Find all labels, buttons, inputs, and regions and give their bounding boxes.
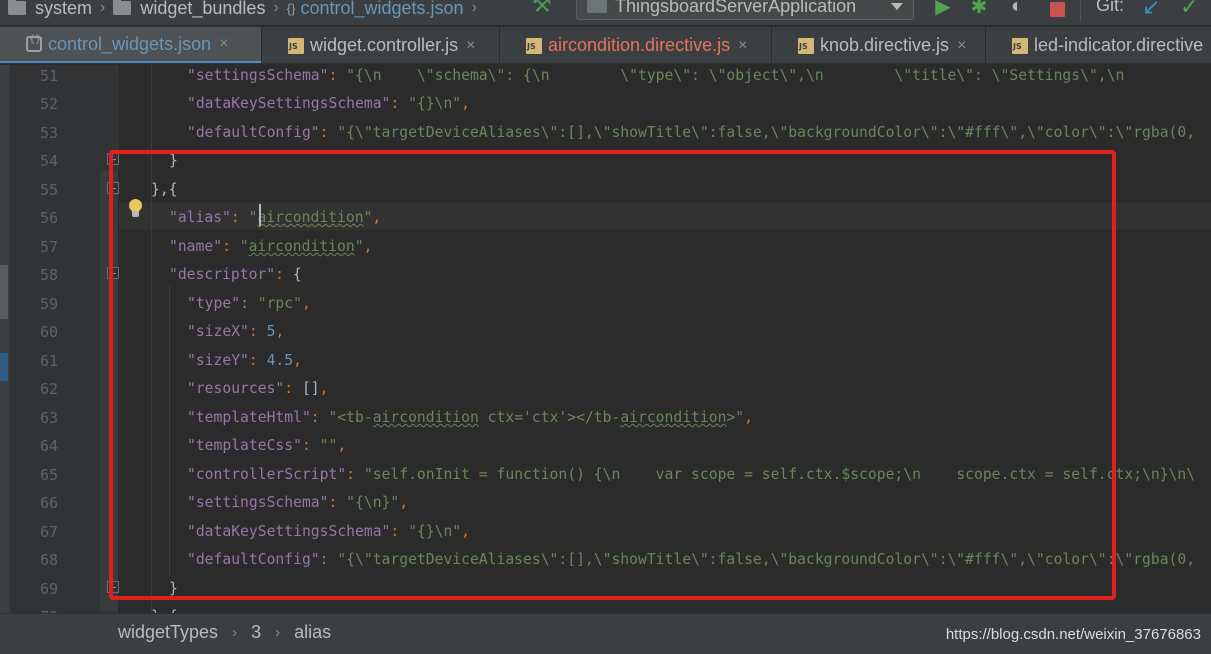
run-coverage-icon[interactable]: ◐ — [1006, 0, 1028, 18]
breadcrumb-label: system — [35, 0, 93, 18]
folder-icon — [8, 0, 26, 15]
application-icon — [587, 0, 607, 13]
tab-widget-controller-js[interactable]: widget.controller.js × — [262, 27, 500, 63]
line-number: 67 — [39, 523, 58, 541]
js-file-icon — [288, 37, 304, 54]
line-number: 52 — [39, 95, 58, 113]
status-bar: widgetTypes › 3 › alias https://blog.csd… — [0, 613, 1211, 654]
code-line-53: "defaultConfig": "{\"targetDeviceAliases… — [187, 124, 1196, 141]
tab-led-indicator-directive[interactable]: led-indicator.directive — [986, 27, 1211, 63]
code-breadcrumb-item[interactable]: widgetTypes — [118, 622, 218, 643]
line-number-gutter: 51 52 53 54 55 56 57 58 59 60 61 62 63 6… — [10, 65, 119, 626]
json-key: "defaultConfig" — [187, 124, 320, 141]
js-file-icon — [526, 37, 542, 54]
chevron-right-icon: › — [471, 0, 477, 16]
line-number: 54 — [39, 152, 58, 170]
breadcrumb-item-widget-bundles[interactable]: widget_bundles — [113, 0, 265, 19]
line-number: 56 — [39, 209, 58, 227]
json-string: "{\n \"schema\": {\n \"type\": \"object\… — [346, 67, 1125, 84]
breadcrumb: system › widget_bundles › {} control_wid… — [8, 0, 485, 21]
chevron-right-icon: › — [232, 624, 238, 641]
line-number: 62 — [39, 380, 58, 398]
close-icon[interactable]: × — [957, 37, 966, 55]
json-string: "{\"targetDeviceAliases\":[],\"showTitle… — [337, 124, 1196, 141]
code-line-51: "settingsSchema": "{\n \"schema\": {\n \… — [187, 67, 1125, 84]
code-line-70: },{ — [151, 603, 178, 613]
tab-label: led-indicator.directive — [1034, 35, 1204, 55]
json-key: "dataKeySettingsSchema" — [187, 95, 391, 112]
tool-window-strip — [0, 65, 10, 613]
code-breadcrumb-item[interactable]: 3 — [251, 622, 261, 643]
debug-bug-icon[interactable]: ✱ — [968, 0, 990, 18]
code-breadcrumb-item[interactable]: alias — [294, 622, 331, 643]
git-update-icon[interactable]: ↙ — [1142, 0, 1160, 20]
breadcrumb-label: control_widgets.json — [300, 0, 464, 18]
json-file-icon: {} — [286, 0, 296, 16]
build-hammer-icon[interactable]: ⚒ — [532, 0, 552, 18]
json-key: "settingsSchema" — [187, 67, 329, 84]
git-commit-check-icon[interactable]: ✓ — [1180, 0, 1198, 20]
highlight-annotation-box — [109, 150, 1116, 600]
line-number: 59 — [39, 295, 58, 313]
code-breadcrumb: widgetTypes › 3 › alias — [118, 622, 331, 643]
line-number: 57 — [39, 238, 58, 256]
line-number: 55 — [39, 181, 58, 199]
tab-label: aircondition.directive.js — [548, 35, 731, 55]
breadcrumb-label: widget_bundles — [140, 0, 266, 18]
run-play-icon[interactable]: ▶ — [932, 0, 954, 18]
tab-aircondition-directive-js[interactable]: aircondition.directive.js × — [500, 27, 772, 63]
line-number: 63 — [39, 409, 58, 427]
line-number: 53 — [39, 124, 58, 142]
folder-icon — [113, 0, 132, 15]
git-label: Git: — [1096, 0, 1125, 15]
tab-label: knob.directive.js — [820, 35, 950, 55]
chevron-right-icon: › — [275, 624, 281, 641]
json-file-icon — [26, 34, 42, 52]
close-icon[interactable]: × — [219, 35, 228, 53]
chevron-down-icon — [891, 3, 903, 10]
chevron-right-icon: › — [100, 0, 106, 16]
tab-knob-directive-js[interactable]: knob.directive.js × — [772, 27, 986, 63]
tab-label: widget.controller.js — [310, 35, 459, 55]
scroll-marker — [0, 353, 8, 381]
toolbar-divider — [1080, 0, 1081, 20]
line-number: 61 — [39, 352, 58, 370]
line-number: 64 — [39, 437, 58, 455]
chevron-right-icon: › — [273, 0, 279, 16]
js-file-icon — [1012, 37, 1028, 54]
watermark-url: https://blog.csdn.net/weixin_37676863 — [945, 626, 1201, 643]
line-number: 60 — [39, 323, 58, 341]
tab-label: control_widgets.json — [48, 33, 212, 54]
line-number: 66 — [39, 494, 58, 512]
line-number: 65 — [39, 466, 58, 484]
code-line-52: "dataKeySettingsSchema": "{}\n", — [187, 95, 470, 112]
breadcrumb-item-file[interactable]: {} control_widgets.json — [287, 0, 464, 19]
line-number: 58 — [39, 266, 58, 284]
breadcrumb-item-system[interactable]: system — [8, 0, 92, 19]
js-file-icon — [798, 37, 814, 54]
close-icon[interactable]: × — [738, 37, 747, 55]
json-string: "{}\n" — [408, 95, 462, 112]
run-configuration-select[interactable]: ThingsboardServerApplication — [576, 0, 914, 20]
stop-icon[interactable] — [1046, 0, 1068, 18]
line-number: 51 — [39, 67, 58, 85]
editor-tabs: control_widgets.json × widget.controller… — [0, 27, 1211, 64]
run-configuration-label: ThingsboardServerApplication — [615, 0, 857, 16]
line-number: 69 — [39, 580, 58, 598]
scroll-marker — [0, 265, 8, 319]
navigation-bar: system › widget_bundles › {} control_wid… — [0, 0, 1211, 26]
line-number: 68 — [39, 551, 58, 569]
tab-control-widgets-json[interactable]: control_widgets.json × — [0, 27, 262, 63]
close-icon[interactable]: × — [466, 37, 475, 55]
